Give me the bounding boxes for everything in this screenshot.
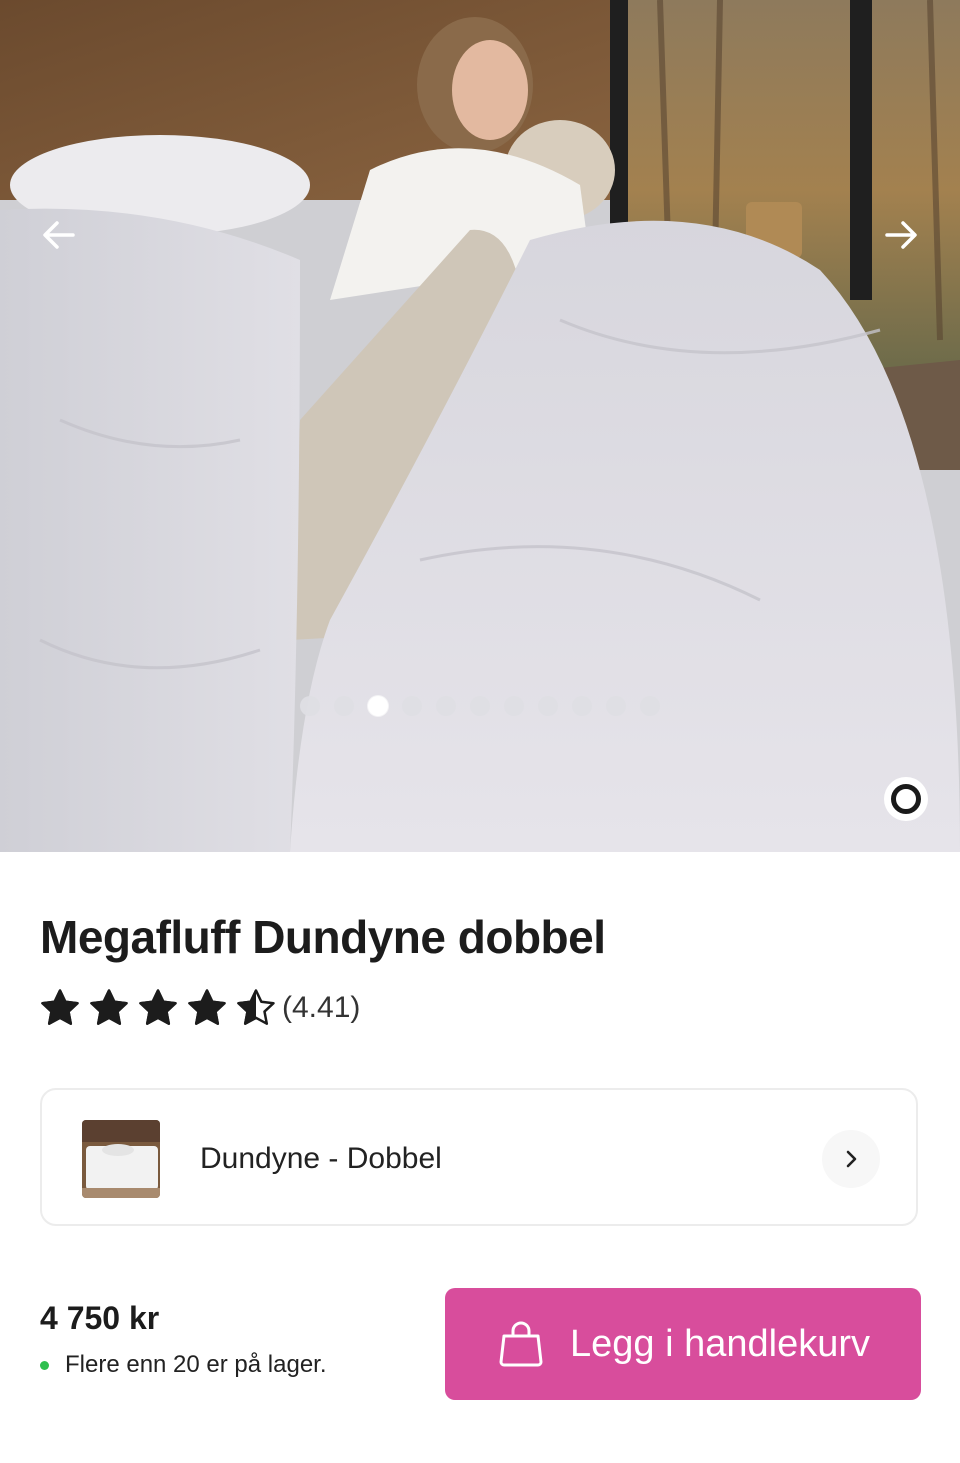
ring-icon <box>891 784 921 814</box>
stock-status: Flere enn 20 er på lager. <box>40 1351 327 1379</box>
variant-open-button[interactable] <box>822 1130 880 1188</box>
product-title: Megafluff Dundyne dobbel <box>40 911 606 963</box>
variant-label: Dundyne - Dobbel <box>200 1142 442 1175</box>
add-to-cart-button[interactable]: Legg i handlekurv <box>445 1288 921 1400</box>
product-image-gallery[interactable] <box>0 0 960 852</box>
rating-stars <box>40 988 285 1028</box>
star-full-icon <box>90 989 128 1025</box>
add-to-cart-label: Legg i handlekurv <box>570 1322 870 1365</box>
shopping-bag-icon <box>499 1321 543 1367</box>
stock-indicator-dot <box>40 1360 49 1370</box>
next-image-button[interactable] <box>878 212 924 258</box>
pagination-dot[interactable] <box>368 696 388 716</box>
pagination-dot[interactable] <box>504 696 524 716</box>
star-full-icon <box>188 989 226 1025</box>
previous-image-button[interactable] <box>36 212 82 258</box>
arrow-left-icon <box>43 221 75 249</box>
pagination-dot[interactable] <box>470 696 490 716</box>
pagination-dot[interactable] <box>606 696 626 716</box>
pagination-dot[interactable] <box>334 696 354 716</box>
view-mode-button[interactable] <box>884 777 928 821</box>
pagination-dot[interactable] <box>402 696 422 716</box>
variant-thumbnail <box>82 1120 160 1198</box>
pagination-dot[interactable] <box>640 696 660 716</box>
star-half-icon <box>237 989 275 1025</box>
star-full-icon <box>139 989 177 1025</box>
rating-value: (4.41) <box>282 991 361 1024</box>
pagination-dot[interactable] <box>572 696 592 716</box>
stock-text: Flere enn 20 er på lager. <box>65 1351 327 1378</box>
product-photo <box>0 0 960 852</box>
image-pagination <box>300 696 660 716</box>
pagination-dot[interactable] <box>436 696 456 716</box>
pagination-dot[interactable] <box>538 696 558 716</box>
star-full-icon <box>41 989 79 1025</box>
chevron-right-icon <box>846 1150 857 1168</box>
product-price: 4 750 kr <box>40 1300 160 1336</box>
arrow-right-icon <box>885 221 917 249</box>
variant-selector[interactable]: Dundyne - Dobbel <box>40 1088 918 1226</box>
pagination-dot[interactable] <box>300 696 320 716</box>
product-rating[interactable]: (4.41) <box>40 988 360 1028</box>
